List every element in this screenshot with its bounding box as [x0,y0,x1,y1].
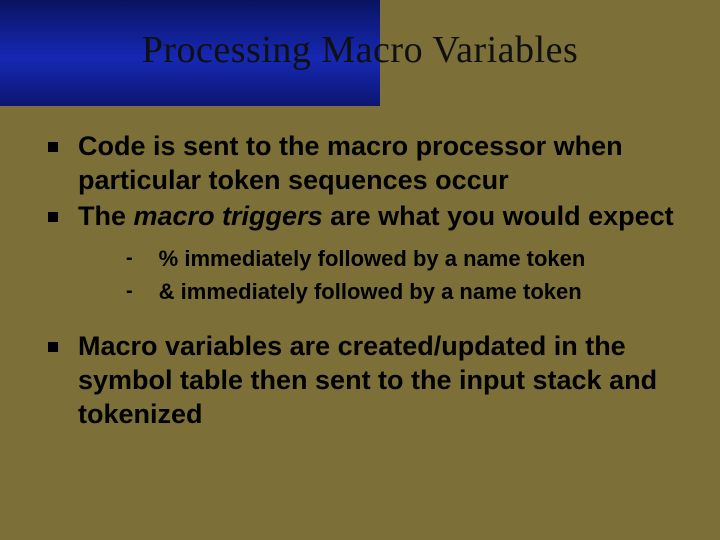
square-bullet-icon [48,212,58,222]
sub-bullet-item: - % immediately followed by a name token [126,245,680,274]
bullet-text-fragment: are what you would expect [323,201,674,231]
bullet-text-fragment: The [78,201,134,231]
sub-bullet-text: % immediately followed by a name token [159,245,586,274]
bullet-item: Code is sent to the macro processor when… [48,130,680,198]
dash-bullet-icon: - [126,247,133,270]
bullet-item: Macro variables are created/updated in t… [48,330,680,431]
bullet-text: The macro triggers are what you would ex… [78,200,674,234]
bullet-text: Macro variables are created/updated in t… [78,330,680,431]
slide-title: Processing Macro Variables [0,28,720,72]
sub-bullet-text: & immediately followed by a name token [159,278,582,307]
square-bullet-icon [48,342,58,352]
bullet-text-emphasis: macro triggers [134,201,323,231]
slide-content: Code is sent to the macro processor when… [48,130,680,434]
bullet-item: The macro triggers are what you would ex… [48,200,680,234]
spacer [48,320,680,330]
bullet-text: Code is sent to the macro processor when… [78,130,680,198]
sub-bullet-item: - & immediately followed by a name token [126,278,680,307]
sub-bullet-group: - % immediately followed by a name token… [126,245,680,306]
dash-bullet-icon: - [126,280,133,303]
square-bullet-icon [48,142,58,152]
